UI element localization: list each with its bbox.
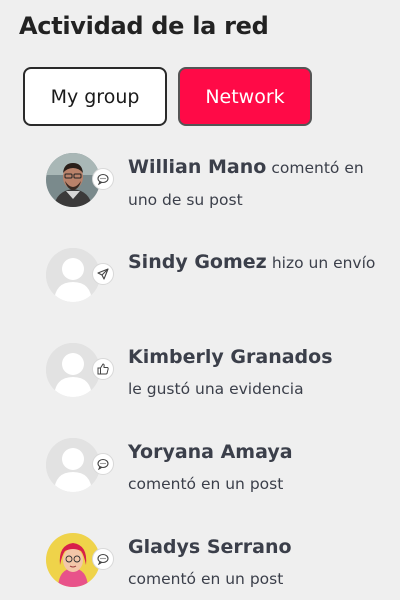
tab-network[interactable]: Network	[178, 67, 312, 126]
activity-item[interactable]: Yoryana Amaya comentó en un post	[0, 425, 400, 515]
activity-action: le gustó una evidencia	[128, 380, 304, 398]
activity-item[interactable]: Kimberly Granados le gustó una evidencia	[0, 330, 400, 420]
activity-user-name[interactable]: Yoryana Amaya	[128, 441, 293, 463]
activity-action: hizo un envío	[271, 254, 376, 272]
activity-item[interactable]: Willian Mano comentó en uno de su post	[0, 140, 400, 230]
activity-text: Kimberly Granados le gustó una evidencia	[128, 342, 388, 405]
comment-icon	[92, 453, 114, 475]
activity-action: comentó en un post	[128, 570, 284, 588]
activity-text: Willian Mano comentó en uno de su post	[128, 152, 388, 216]
tab-bar: My group Network	[23, 67, 323, 127]
activity-user-name[interactable]: Willian Mano	[128, 156, 266, 178]
activity-text: Gladys Serrano comentó en un post	[128, 532, 388, 595]
activity-text: Yoryana Amaya comentó en un post	[128, 437, 388, 500]
send-icon	[92, 263, 114, 285]
activity-item[interactable]: Sindy Gomez hizo un envío	[0, 235, 400, 325]
activity-text: Sindy Gomez hizo un envío	[128, 247, 388, 279]
activity-user-name[interactable]: Sindy Gomez	[128, 251, 267, 273]
comment-icon	[92, 168, 114, 190]
comment-icon	[92, 548, 114, 570]
activity-action: comentó en un post	[128, 475, 284, 493]
page-title: Actividad de la red	[19, 12, 269, 40]
tab-my-group[interactable]: My group	[23, 67, 167, 126]
activity-user-name[interactable]: Kimberly Granados	[128, 346, 333, 368]
activity-item[interactable]: Gladys Serrano comentó en un post	[0, 520, 400, 600]
activity-user-name[interactable]: Gladys Serrano	[128, 536, 292, 558]
thumbs-up-icon	[92, 358, 114, 380]
